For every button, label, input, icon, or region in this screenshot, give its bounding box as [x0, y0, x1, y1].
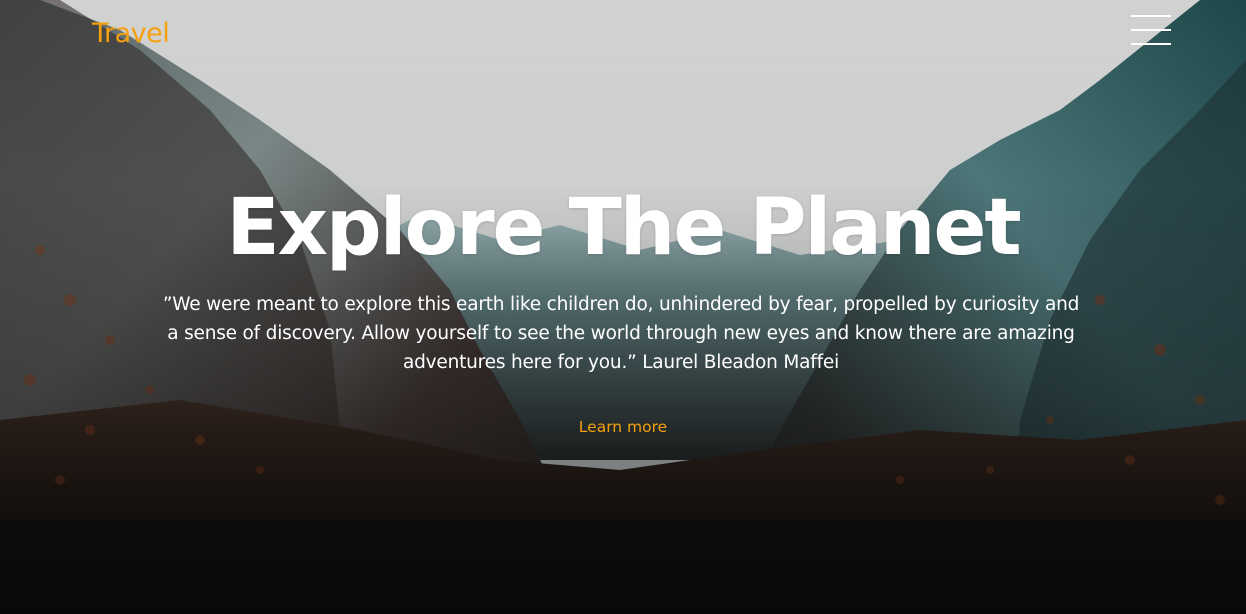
hero-title: Explore The Planet [226, 183, 1021, 273]
hero-quote: ”We were meant to explore this earth lik… [162, 294, 1080, 373]
hamburger-menu-icon[interactable] [1130, 12, 1172, 48]
learn-more-label[interactable]: Learn more [579, 418, 667, 436]
site-logo[interactable]: Travel [92, 18, 170, 49]
hero-section: Travel Explore The Planet ”We were meant… [0, 0, 1246, 614]
menu-bar-top [1131, 15, 1171, 17]
menu-bar-middle [1131, 29, 1171, 31]
learn-more-link[interactable]: Learn more [0, 418, 1246, 436]
menu-bar-bottom [1131, 43, 1171, 45]
